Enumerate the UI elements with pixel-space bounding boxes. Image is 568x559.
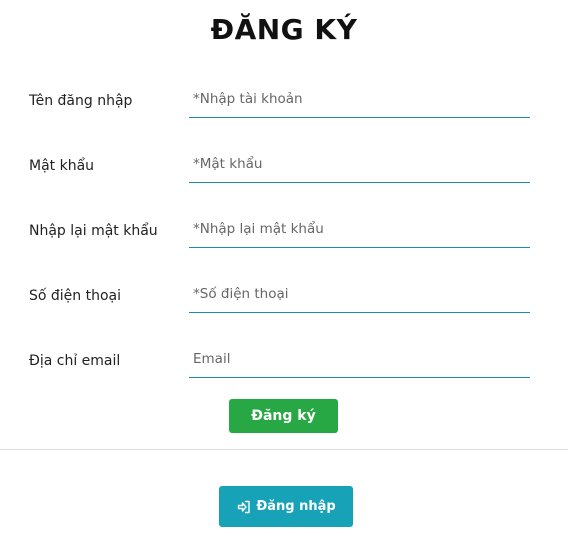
password-label: Mật khẩu (29, 158, 95, 174)
username-label: Tên đăng nhập (29, 93, 133, 109)
email-input[interactable] (189, 340, 530, 378)
divider (0, 449, 568, 450)
email-label: Địa chỉ email (29, 353, 121, 369)
page-title: ĐĂNG KÝ (210, 13, 358, 46)
login-button[interactable]: Đăng nhập (219, 486, 353, 527)
confirm-password-label: Nhập lại mật khẩu (29, 223, 158, 239)
register-button[interactable]: Đăng ký (229, 399, 338, 433)
phone-label: Số điện thoại (29, 288, 122, 304)
login-button-label: Đăng nhập (256, 499, 336, 514)
confirm-password-input[interactable] (189, 210, 530, 248)
password-input[interactable] (189, 145, 530, 183)
phone-input[interactable] (189, 275, 530, 313)
username-input[interactable] (189, 80, 530, 118)
sign-in-icon (236, 499, 252, 515)
